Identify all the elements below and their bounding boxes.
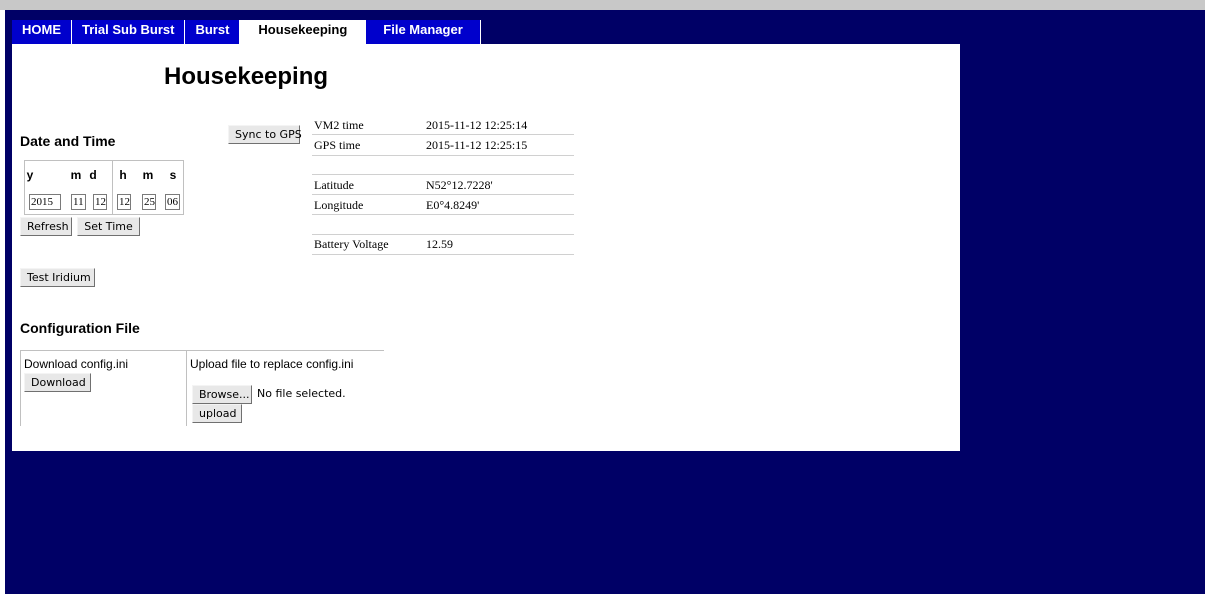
row-divider <box>312 194 574 195</box>
gps-time-label: GPS time <box>314 138 361 152</box>
config-table-top <box>20 350 384 351</box>
day-header: d <box>89 168 97 182</box>
vm2-time-value: 2015-11-12 12:25:14 <box>426 118 528 132</box>
year-header: y <box>26 168 34 182</box>
tab-burst[interactable]: Burst <box>185 20 241 44</box>
row-divider <box>312 254 574 255</box>
config-table-left <box>20 350 21 426</box>
row-divider <box>312 134 574 135</box>
refresh-button[interactable]: Refresh <box>20 217 72 236</box>
file-status-text: No file selected. <box>257 387 346 400</box>
config-table-divider <box>186 350 187 426</box>
nav-tabs: HOME Trial Sub Burst Burst Housekeeping … <box>12 20 481 44</box>
battery-voltage-value: 12.59 <box>426 237 453 251</box>
page-title: Housekeeping <box>164 63 329 90</box>
upload-button[interactable]: upload <box>192 404 242 423</box>
tab-file-manager[interactable]: File Manager <box>366 20 481 44</box>
tab-home[interactable]: HOME <box>12 20 72 44</box>
hour-input[interactable]: 12 <box>117 194 131 210</box>
second-header: s <box>169 168 177 182</box>
year-input[interactable]: 2015 <box>29 194 61 210</box>
row-divider <box>312 234 574 235</box>
row-divider <box>312 155 574 156</box>
upload-config-text: Upload file to replace config.ini <box>190 357 354 371</box>
download-config-text: Download config.ini <box>24 357 129 371</box>
tab-trial-sub-burst[interactable]: Trial Sub Burst <box>72 20 186 44</box>
set-time-button[interactable]: Set Time <box>77 217 140 236</box>
latitude-value: N52°12.7228' <box>426 178 493 192</box>
download-button[interactable]: Download <box>24 373 91 392</box>
main-panel: Housekeeping Date and Time y m d h m s 2… <box>12 44 960 451</box>
longitude-label: Longitude <box>314 198 364 212</box>
date-time-heading: Date and Time <box>20 133 116 149</box>
vm2-time-label: VM2 time <box>314 118 364 132</box>
day-input[interactable]: 12 <box>93 194 107 210</box>
longitude-value: E0°4.8249' <box>426 198 480 212</box>
tab-housekeeping[interactable]: Housekeeping <box>240 20 367 44</box>
month-input[interactable]: 11 <box>71 194 86 210</box>
config-heading: Configuration File <box>20 320 140 336</box>
latitude-label: Latitude <box>314 178 354 192</box>
window-top-strip <box>0 0 1205 10</box>
test-iridium-button[interactable]: Test Iridium <box>20 268 95 287</box>
gps-time-value: 2015-11-12 12:25:15 <box>426 138 528 152</box>
battery-voltage-label: Battery Voltage <box>314 237 389 251</box>
minute-input[interactable]: 25 <box>142 194 156 210</box>
browse-button[interactable]: Browse... <box>192 385 252 404</box>
row-divider <box>312 214 574 215</box>
row-divider <box>312 174 574 175</box>
second-input[interactable]: 06 <box>165 194 180 210</box>
sync-to-gps-button[interactable]: Sync to GPS <box>228 125 302 144</box>
